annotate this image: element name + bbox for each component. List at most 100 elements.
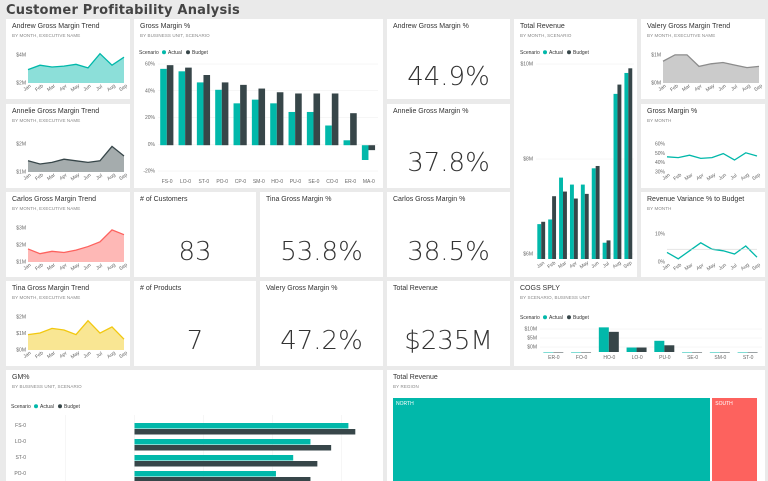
legend-title: Scenario [520,50,540,56]
x-tick-label: Mar [46,350,57,360]
bar-actual [196,82,204,146]
x-tick-label: ER-0 [345,179,357,185]
legend-budget-label: Budget [573,315,589,321]
revenue-region-treemap: NORTH SOUTH [393,398,759,481]
x-tick-label: ST-0 [199,179,210,185]
tile-annelie-kpi[interactable]: Annelie Gross Margin % 37.8% [387,104,510,188]
bar-actual [160,68,167,146]
tile-carlos-trend[interactable]: Carlos Gross Margin Trend BY MONTH, EXEC… [6,192,130,277]
x-tick-label: Feb [672,262,683,272]
bar-budget [606,240,611,259]
bar-budget [203,75,211,146]
bar-budget [563,191,567,259]
x-tick-label: HO-0 [603,355,615,361]
tile-tina-kpi[interactable]: Tina Gross Margin % 53.8% [260,192,383,277]
rev-variance-chart: 10%0%Jan Feb Mar Apr May Jun Jul Aug Sep [655,232,762,273]
legend-title: Scenario [11,404,31,410]
bar-actual [548,219,553,259]
x-tick-label: Sep [753,83,764,93]
legend-budget-marker [567,50,571,55]
x-tick-label: May [70,172,82,183]
x-tick-label: PU-0 [659,355,671,361]
bar-budget [134,477,311,481]
y-tick-label: LO-0 [15,439,26,445]
x-tick-label: Jul [95,84,104,93]
tile-gross-margin-bu[interactable]: Gross Margin % BY BUSINESS UNIT, SCENARI… [134,19,383,188]
bar-actual [569,184,574,259]
x-tick-label: Feb [672,172,683,182]
x-tick-label: Jun [718,172,728,182]
series-area [663,54,759,83]
tile-andrew-trend[interactable]: Andrew Gross Margin Trend BY MONTH, EXEC… [6,19,130,99]
x-tick-label: Jul [95,351,104,360]
x-tick-label: Feb [34,83,45,93]
y-tick-label: 0% [148,142,156,148]
tile-title: Total Revenue [393,374,438,381]
bar-budget [295,93,302,146]
bar-actual [737,352,748,353]
tile-title: Tina Gross Margin % [266,196,332,203]
x-tick-label: Aug [741,83,752,93]
total-revenue-month-chart: Scenario Actual Budget$10M$8M$6MJan Feb Mar A… [520,50,634,270]
x-tick-label: May [706,262,718,273]
bar-actual [361,145,369,160]
x-tick-label: Aug [740,262,751,272]
y-tick-label: 60% [145,62,156,68]
treemap-cell-north[interactable]: NORTH [393,398,711,481]
treemap-cell-south[interactable]: SOUTH [712,398,757,481]
tile-annelie-trend[interactable]: Annelie Gross Margin Trend BY MONTH, EXE… [6,104,130,188]
tile-gm-month[interactable]: Gross Margin % BY MONTH 60% 50% 40% 30% Jan F… [641,104,765,188]
andrew-trend-chart: $4M$2MJan Feb Mar Apr May Jun Jul Aug Sep [16,53,129,94]
tile-valery-kpi[interactable]: Valery Gross Margin % 47.2% [260,281,383,366]
tile-total-revenue-month[interactable]: Total Revenue BY MONTH, SCENARIO Scenari… [514,19,637,277]
tile-customers-kpi[interactable]: # of Customers 83 [134,192,256,277]
series-area [28,229,124,262]
legend-title: Scenario [139,50,159,56]
bar-actual [543,352,554,353]
x-tick-label: PO-0 [216,179,228,185]
x-tick-label: Sep [118,172,129,182]
tile-title: # of Customers [140,196,188,203]
x-tick-label: Sep [118,262,129,272]
x-tick-label: May [705,83,717,94]
tile-gm-bu[interactable]: GM% BY BUSINESS UNIT, SCENARIO Scenario A… [6,370,383,481]
bar-budget [581,352,592,353]
y-tick-label: $10M [524,327,537,333]
x-tick-label: May [70,262,82,273]
bar-budget [573,198,578,259]
gm-bu-chart: Scenario Actual Budget FS-0 LO-0 ST-0 PO-0 [11,404,356,481]
y-tick-label: $4M [16,53,26,59]
tile-total-revenue-kpi[interactable]: Total Revenue $235M [387,281,510,366]
bar-actual [215,89,222,146]
valery-trend-chart: $1M$0MJan Feb Mar Apr May Jun Jul Aug Sep [651,53,764,94]
x-tick-label: May [70,83,82,94]
bar-budget [185,67,192,146]
tile-subtitle: BY REGION [393,384,419,389]
tile-rev-variance[interactable]: Revenue Variance % to Budget BY MONTH 10… [641,192,765,277]
x-tick-label: Jun [82,172,92,182]
tile-carlos-kpi[interactable]: Carlos Gross Margin % 38.5% [387,192,510,277]
x-tick-label: Aug [106,262,117,272]
x-tick-label: Jun [718,262,728,272]
legend-budget-label: Budget [573,50,589,56]
bar-budget [617,84,622,260]
tile-valery-trend[interactable]: Valery Gross Margin Trend BY MONTH, EXEC… [641,19,765,99]
bar-budget [552,196,557,259]
x-tick-label: Feb [34,262,45,272]
x-tick-label: Feb [34,172,45,182]
y-tick-label: 60% [655,142,666,148]
bar-actual [682,352,693,353]
tile-andrew-kpi[interactable]: Andrew Gross Margin % 44.9% [387,19,510,99]
x-tick-label: SM-0 [714,355,726,361]
x-tick-label: Mar [684,172,695,182]
tile-tina-trend[interactable]: Tina Gross Margin Trend BY MONTH, EXECUT… [6,281,130,366]
x-tick-label: Apr [695,172,705,182]
kpi-value: 53.8% [280,237,363,267]
gross-margin-bu-chart: Scenario Actual Budget 60% 40% 20% 0% -20% FS-0 L… [139,50,378,185]
x-tick-label: Apr [59,262,69,272]
tile-products-kpi[interactable]: # of Products 7 [134,281,256,366]
x-tick-label: Aug [106,83,117,93]
tile-revenue-region[interactable]: Total Revenue BY REGION NORTH SOUTH [387,370,765,481]
y-tick-label: 50% [655,151,666,157]
tile-cogs[interactable]: COGS SPLY BY SCENARIO, BUSINESS UNIT Sce… [514,281,765,366]
